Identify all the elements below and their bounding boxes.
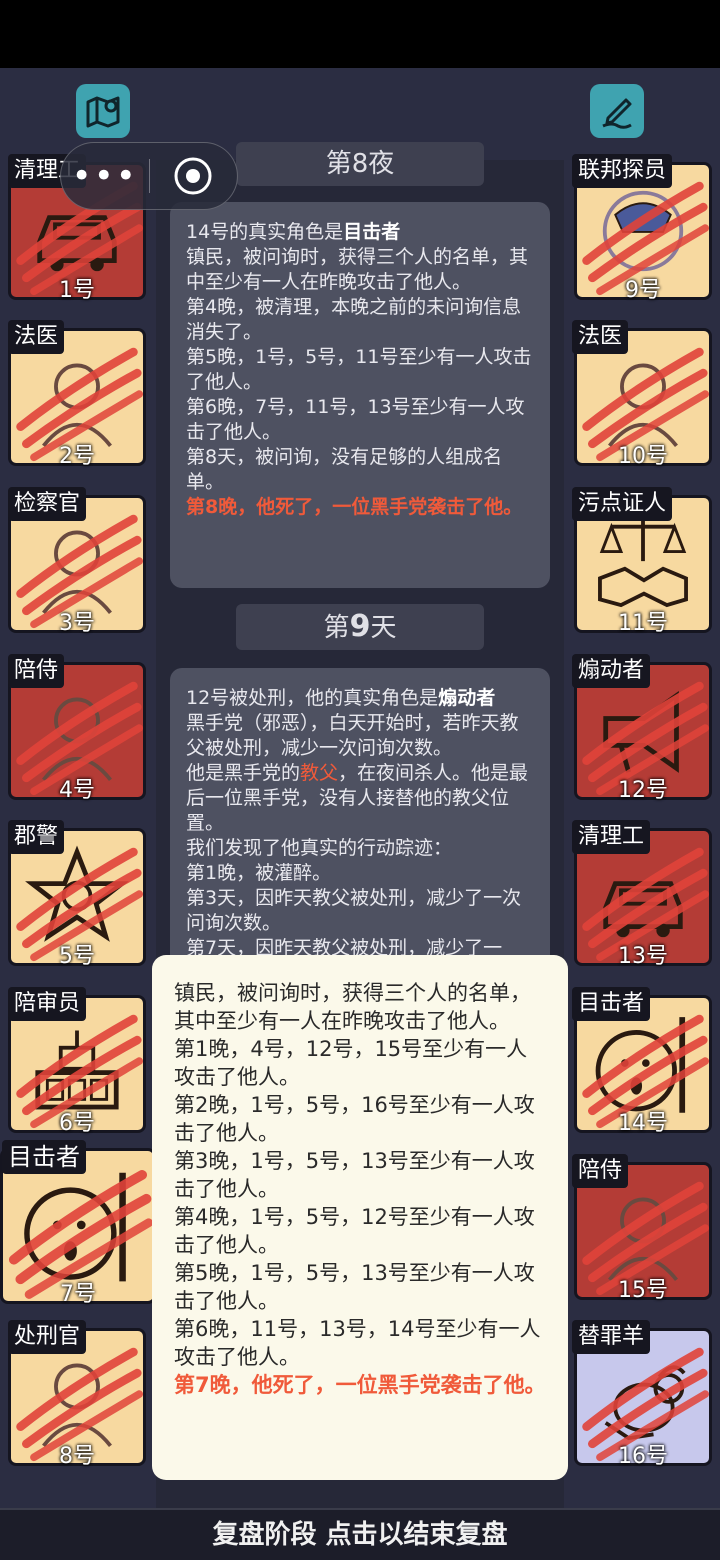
day9-title-num: 9 — [349, 609, 371, 644]
player-number: 13号 — [618, 944, 668, 969]
role-label: 清理工 — [572, 820, 651, 854]
player-number: 9号 — [625, 278, 661, 303]
player-number: 6号 — [59, 1111, 95, 1136]
role-label: 处刑官 — [8, 1320, 87, 1354]
log-entry-intro: 14号的真实角色是 — [186, 221, 344, 243]
edit-pen-icon — [602, 98, 632, 129]
player-number: 2号 — [59, 444, 95, 469]
night8-title: 第8夜 — [325, 149, 395, 179]
role-label: 联邦探员 — [572, 154, 673, 188]
role-label: 煽动者 — [572, 654, 651, 688]
player-number: 12号 — [618, 778, 668, 803]
role-label: 郡警 — [8, 820, 65, 854]
role-label: 目击者 — [572, 987, 651, 1021]
end-review-button[interactable]: 复盘阶段 点击以结束复盘 — [0, 1508, 720, 1560]
role-label: 检察官 — [8, 487, 87, 521]
role-label: 污点证人 — [572, 487, 673, 521]
target-circle-icon — [174, 157, 212, 195]
log-entry-line1: 黑手党（邪恶），白天开始时，若昨天教父被处刑，减少一次问询次数。 — [186, 712, 519, 759]
map-pin-icon — [86, 96, 120, 128]
player-number: 8号 — [59, 1444, 95, 1469]
player-number: 10号 — [618, 444, 668, 469]
role-label: 陪侍 — [8, 654, 65, 688]
role-label: 法医 — [572, 320, 629, 354]
log-entry-lines: 我们发现了他真实的行动踪迹： 第1晚，被灌醉。 第3天，因昨天教父被处刑，减少了… — [186, 837, 522, 959]
log-entry-role: 目击者 — [343, 221, 401, 243]
player-number: 3号 — [59, 611, 95, 636]
log-entry-line2-red: 教父 — [300, 762, 339, 784]
day9-title-post: 天 — [370, 613, 397, 643]
player-number: 7号 — [60, 1282, 96, 1307]
player-number: 14号 — [618, 1111, 668, 1136]
player-number: 16号 — [618, 1444, 668, 1469]
player-number: 1号 — [59, 278, 95, 303]
log-entry-lines: 镇民，被问询时，获得三个人的名单，其中至少有一人在昨晚攻击了他人。 第4晚，被清… — [186, 246, 532, 493]
day9-heading: 第9天 — [236, 604, 484, 650]
close-button[interactable] — [150, 156, 238, 196]
end-review-label: 复盘阶段 点击以结束复盘 — [212, 1520, 508, 1550]
popup-lines: 镇民，被问询时，获得三个人的名单，其中至少有一人在昨晚攻击了他人。 第1晚，4号… — [174, 981, 541, 1369]
player-number: 4号 — [59, 778, 95, 803]
log-entry-death: 第8晚，他死了，一位黑手党袭击了他。 — [186, 496, 523, 518]
role-label: 法医 — [8, 320, 65, 354]
role-label: 陪侍 — [572, 1154, 629, 1188]
notes-button[interactable] — [590, 84, 644, 138]
player-number: 11号 — [618, 611, 668, 636]
log-entry-12: 12号被处刑，他的真实角色是煽动者 黑手党（邪恶），白天开始时，若昨天教父被处刑… — [170, 668, 550, 968]
role-label: 替罪羊 — [572, 1320, 651, 1354]
log-entry-intro: 12号被处刑，他的真实角色是 — [186, 687, 439, 709]
popup-death: 第7晚，他死了，一位黑手党袭击了他。 — [174, 1373, 546, 1397]
role-detail-popup[interactable]: 镇民，被问询时，获得三个人的名单，其中至少有一人在昨晚攻击了他人。 第1晚，4号… — [152, 955, 568, 1480]
day9-title-pre: 第 — [323, 613, 350, 643]
log-entry-line2-pre: 他是黑手党的 — [186, 762, 301, 784]
log-entry-14: 14号的真实角色是目击者 镇民，被问询时，获得三个人的名单，其中至少有一人在昨晚… — [170, 202, 550, 588]
map-button[interactable] — [76, 84, 130, 138]
player-number: 5号 — [59, 944, 95, 969]
player-number: 15号 — [618, 1278, 668, 1303]
status-bar — [0, 0, 720, 68]
role-label: 目击者 — [2, 1140, 86, 1174]
log-entry-role: 煽动者 — [438, 687, 496, 709]
miniapp-capsule: ••• — [60, 142, 238, 210]
more-button[interactable]: ••• — [61, 142, 149, 210]
night8-heading: 第8夜 — [236, 142, 484, 186]
role-label: 陪审员 — [8, 987, 87, 1021]
